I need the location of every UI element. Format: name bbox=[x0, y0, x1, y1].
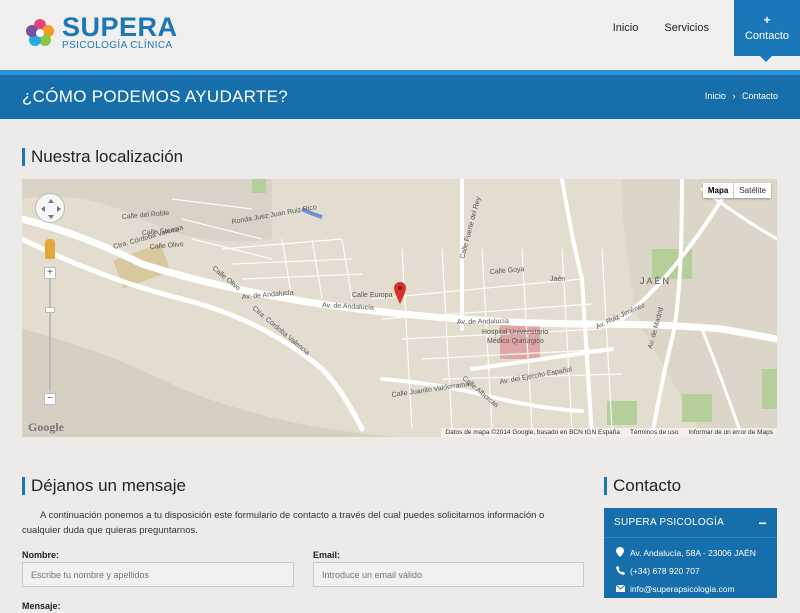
zoom-out-button[interactable]: − bbox=[44, 393, 56, 405]
email-text[interactable]: info@superapsicologia.com bbox=[630, 584, 735, 594]
map-label: Médico Quirúrgico bbox=[487, 338, 544, 345]
breadcrumb-separator: › bbox=[732, 91, 736, 101]
breadcrumb: Inicio › Contacto bbox=[703, 91, 780, 101]
brand-name: SUPERA bbox=[62, 12, 178, 42]
contact-address: Av. Andalucía, 58A - 23006 JAÉN bbox=[604, 544, 777, 562]
google-logo: Google bbox=[28, 420, 64, 434]
map-label: Calle Olivo bbox=[150, 241, 184, 251]
location-heading: Nuestra localización bbox=[22, 148, 183, 166]
nav-item-inicio[interactable]: Inicio bbox=[600, 0, 652, 56]
envelope-icon bbox=[615, 584, 630, 594]
page-banner: ¿CÓMO PODEMOS AYUDARTE? Inicio › Contact… bbox=[0, 70, 800, 119]
nav-item-contacto[interactable]: + Contacto bbox=[734, 0, 800, 56]
contact-card: SUPERA PSICOLOGÍA − Av. Andalucía, 58A -… bbox=[604, 508, 777, 598]
map-canvas[interactable]: Av. de Andalucía Av. de Andalucía Av. de… bbox=[22, 179, 777, 437]
pan-control[interactable] bbox=[35, 193, 65, 223]
map-label: Av. de Andalucía bbox=[457, 318, 509, 326]
header: SUPERA PSICOLOGÍA CLÍNICA Inicio Servici… bbox=[0, 0, 800, 70]
brand-tagline: PSICOLOGÍA CLÍNICA bbox=[62, 40, 173, 51]
map-label: Jaén bbox=[550, 276, 565, 283]
nav-item-label: Contacto bbox=[744, 30, 790, 42]
zoom-slider[interactable] bbox=[49, 279, 51, 391]
contact-card-header[interactable]: SUPERA PSICOLOGÍA − bbox=[604, 508, 777, 538]
map-type-control: Mapa Satélite bbox=[702, 183, 771, 198]
map-label: JAÉN bbox=[640, 276, 671, 286]
map-attribution: Datos de mapa ©2014 Google, basado en BC… bbox=[441, 428, 777, 437]
main-nav: Inicio Servicios + Contacto bbox=[600, 0, 800, 56]
google-map[interactable]: Av. de Andalucía Av. de Andalucía Av. de… bbox=[22, 179, 777, 437]
map-type-map-button[interactable]: Mapa bbox=[703, 183, 733, 198]
map-label: Calle Goya bbox=[490, 266, 525, 276]
flower-logo-icon bbox=[24, 17, 56, 49]
map-terms-link[interactable]: Términos de uso bbox=[630, 429, 678, 436]
name-input[interactable] bbox=[22, 562, 294, 587]
page-title: ¿CÓMO PODEMOS AYUDARTE? bbox=[22, 87, 289, 106]
contact-email: info@superapsicologia.com bbox=[604, 580, 777, 598]
name-label: Nombre: bbox=[22, 550, 60, 560]
map-label: Ctra. Córdoba Valencia bbox=[251, 305, 311, 357]
message-label: Mensaje: bbox=[22, 601, 61, 611]
map-type-satellite-button[interactable]: Satélite bbox=[733, 183, 771, 198]
map-report-link[interactable]: Informar de un error de Maps bbox=[688, 429, 773, 436]
address-text: Av. Andalucía, 58A - 23006 JAÉN bbox=[630, 548, 756, 558]
map-data-credit: Datos de mapa ©2014 Google, basado en BC… bbox=[445, 429, 621, 436]
breadcrumb-current: Contacto bbox=[741, 91, 778, 101]
map-label: Hospital Universitario bbox=[482, 329, 548, 336]
zoom-slider-handle[interactable] bbox=[45, 307, 55, 313]
nav-item-servicios[interactable]: Servicios bbox=[651, 0, 722, 56]
email-input[interactable] bbox=[313, 562, 584, 587]
map-label: Av. de Andalucía bbox=[322, 302, 374, 312]
phone-icon bbox=[616, 565, 630, 577]
phone-text[interactable]: (+34) 678 920 707 bbox=[630, 566, 700, 576]
email-label: Email: bbox=[313, 550, 341, 560]
contact-heading: Contacto bbox=[604, 477, 681, 495]
contact-phone: (+34) 678 920 707 bbox=[604, 562, 777, 580]
active-nav-caret bbox=[760, 56, 772, 62]
collapse-icon[interactable]: − bbox=[759, 515, 767, 531]
street-view-pegman-icon[interactable] bbox=[45, 239, 55, 259]
map-label: Calle Europa bbox=[352, 292, 393, 299]
plus-icon: + bbox=[763, 13, 771, 27]
form-intro-text: A continuación ponemos a tu disposición … bbox=[22, 510, 545, 536]
message-heading: Déjanos un mensaje bbox=[22, 477, 186, 495]
logo[interactable]: SUPERA PSICOLOGÍA CLÍNICA bbox=[24, 14, 178, 51]
contact-card-title: SUPERA PSICOLOGÍA bbox=[614, 517, 725, 528]
map-pin-icon bbox=[616, 547, 630, 559]
breadcrumb-home[interactable]: Inicio bbox=[705, 91, 726, 101]
zoom-in-button[interactable]: + bbox=[44, 267, 56, 279]
